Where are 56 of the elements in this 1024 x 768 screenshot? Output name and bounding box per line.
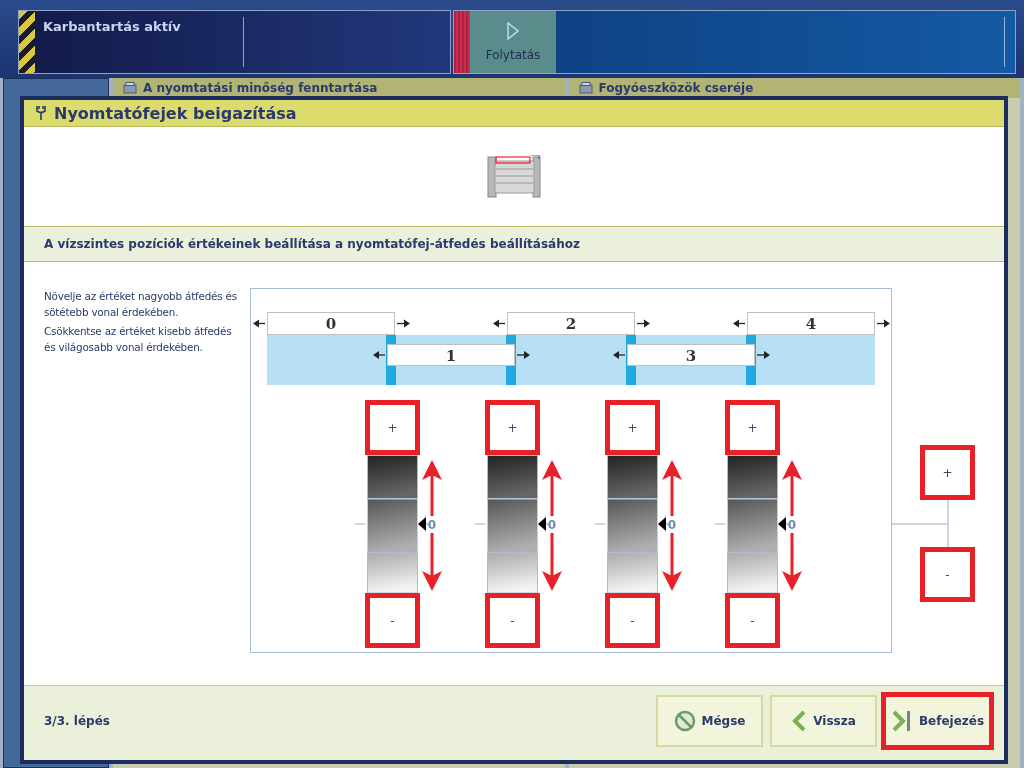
finish-button[interactable]: Befejezés [881, 692, 994, 750]
plus-button[interactable]: + [725, 400, 780, 455]
pointer-icon [418, 517, 430, 531]
arrow-icon [876, 319, 890, 328]
hazard-stripe [19, 11, 35, 73]
plus-button[interactable]: + [365, 400, 420, 455]
printhead-label: 4 [747, 312, 875, 335]
minus-button[interactable]: - [485, 593, 540, 648]
status-title: Karbantartás aktív [35, 17, 244, 67]
arrow-icon [373, 351, 386, 359]
printhead-label: 0 [267, 312, 395, 335]
arrow-icon [253, 319, 266, 328]
instruction-text: Csökkentse az értéket kisebb átfedés és világosabb vonal érdekében. [44, 324, 233, 355]
arrow-icon [516, 351, 530, 359]
printer-icon [578, 82, 593, 94]
printhead-label: 1 [387, 344, 515, 366]
minus-button[interactable]: - [725, 593, 780, 648]
arrow-icon [396, 319, 410, 328]
printer-icon [487, 154, 541, 199]
arrow-icon [636, 319, 650, 328]
printer-icon [123, 82, 137, 94]
plus-button[interactable]: + [920, 445, 975, 500]
cancel-button[interactable]: Mégse [656, 695, 763, 747]
arrow-icon [613, 351, 626, 359]
plus-button[interactable]: + [605, 400, 660, 455]
step-heading: A vízszintes pozíciók értékeinek beállítása a nyomtatófej-átfedés beállításához [24, 226, 1004, 262]
printhead-label: 2 [507, 312, 635, 335]
arrow-icon [756, 351, 770, 359]
play-icon [507, 22, 519, 40]
arrow-icon [733, 319, 746, 328]
section-header[interactable]: A nyomtatási minőség fenntartása [113, 78, 565, 98]
minus-button[interactable]: - [920, 547, 975, 602]
printhead-label: 3 [627, 344, 755, 366]
arrow-icon [493, 319, 506, 328]
continue-button[interactable]: Folytatás [470, 11, 556, 73]
wrench-icon [34, 105, 48, 121]
pointer-icon [778, 517, 790, 531]
offset-value: 0 [787, 518, 797, 532]
minus-button[interactable]: - [605, 593, 660, 648]
dialog-title: Nyomtatófejek beigazítása [54, 103, 297, 123]
offset-value: 0 [427, 518, 437, 532]
minus-button[interactable]: - [365, 593, 420, 648]
offset-value: 0 [547, 518, 557, 532]
plus-button[interactable]: + [485, 400, 540, 455]
cancel-icon [673, 710, 696, 732]
offset-value: 0 [667, 518, 677, 532]
pointer-icon [538, 517, 550, 531]
error-stripe [454, 11, 470, 73]
instruction-text: Növelje az értéket nagyobb átfedés és sötétebb vonal érdekében. [44, 289, 238, 320]
finish-icon [890, 710, 913, 732]
section-header[interactable]: Fogyóeszközök cseréje [568, 78, 1020, 98]
back-icon [791, 710, 808, 732]
connector-line [891, 499, 949, 548]
step-counter: 3/3. lépés [44, 714, 110, 728]
pointer-icon [658, 517, 670, 531]
back-button[interactable]: Vissza [770, 695, 877, 747]
